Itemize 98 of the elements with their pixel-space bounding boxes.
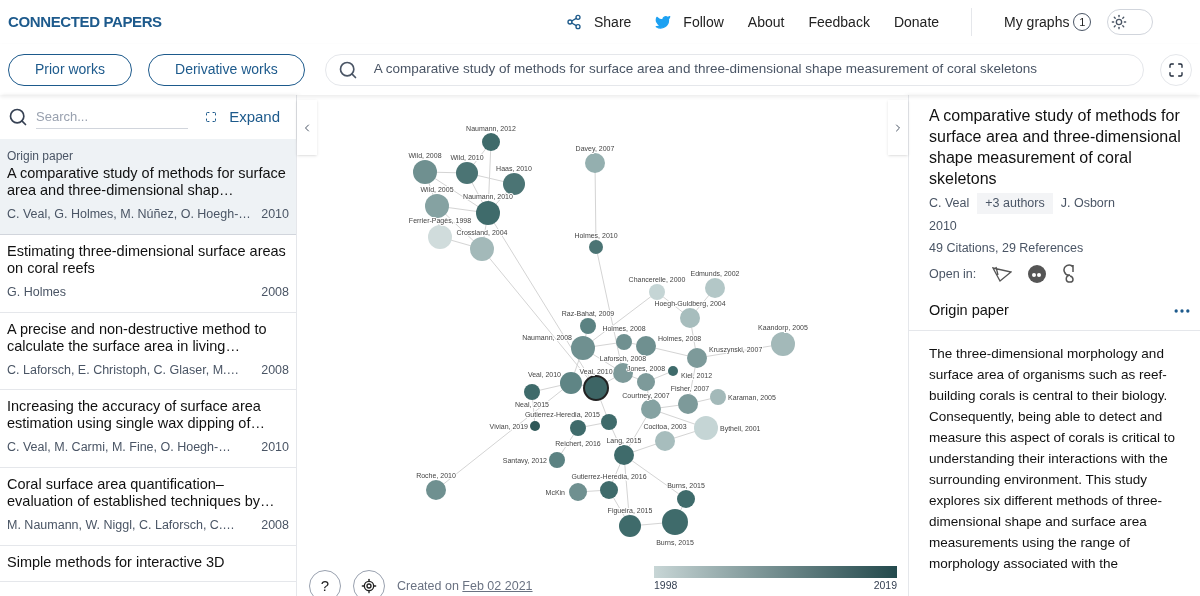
graph-node[interactable]	[470, 237, 494, 261]
open-in-label: Open in:	[929, 265, 977, 283]
paper-year: 2008	[261, 517, 289, 534]
legend-start-year: 1998	[654, 578, 678, 594]
locate-button[interactable]	[353, 570, 385, 596]
paper-year: 2008	[261, 283, 289, 301]
abstract-text: The three-dimensional morphology and surface area of organisms such as reef-building corals is central to their biology. Consequently, being able to detect and measure this aspect of corals is critical to understanding their interactions with the surrounding environment. This study explores six different methods of three-dimensional shape and surface area measurements using the range of morphology associated with the	[929, 345, 1177, 573]
graph-node[interactable]	[668, 366, 678, 376]
paper-stats: 49 Citations, 29 References	[929, 239, 1085, 257]
paper-list-item[interactable]: Estimating three-dimensional surface areas on coral reefs G. Holmes 2008	[0, 234, 296, 313]
nav-link[interactable]: About	[747, 11, 785, 33]
graph-node[interactable]	[655, 431, 675, 451]
graph-node[interactable]	[413, 160, 437, 184]
graph-node[interactable]	[616, 334, 632, 350]
graph-node[interactable]	[678, 394, 698, 414]
author-name: C. Veal	[929, 195, 970, 212]
logo[interactable]: CONNECTED PAPERS	[8, 10, 566, 34]
fullscreen-icon	[1168, 61, 1184, 78]
graph-node[interactable]	[641, 399, 661, 419]
created-date-text: Created on Feb 02 2021	[397, 577, 533, 595]
graph-node[interactable]	[662, 509, 688, 535]
paper-title: A comparative study of methods for surface area and three-dimensional shap…	[7, 165, 287, 199]
graph-node[interactable]	[589, 240, 603, 254]
graph-node[interactable]	[580, 318, 596, 334]
paper-title: A precise and non-destructive method to calculate the surface area in living…	[7, 320, 268, 355]
graph-node[interactable]	[619, 515, 641, 537]
paper-title: A comparative study of methods for surface area and three-dimensional shape measurement of coral skeletons	[929, 106, 1182, 189]
graph-node[interactable]	[601, 414, 617, 430]
paper-plane-icon[interactable]	[992, 266, 1013, 283]
graph-node[interactable]	[687, 348, 707, 368]
nav-link[interactable]: Feedback	[808, 11, 870, 33]
more-authors-button[interactable]: +3 authors	[977, 193, 1053, 214]
expand-icon	[205, 111, 218, 123]
graph-node[interactable]	[680, 308, 700, 328]
graph-node[interactable]	[585, 153, 605, 173]
paper-title: Estimating three-dimensional surface areas on coral reefs	[7, 242, 287, 277]
paper-list-item[interactable]: Coral surface area quantification–evaluation of established techniques by… M. Naumann, W. Niggl, C. Laforsch, C.… 2008	[0, 468, 296, 546]
paper-year: 2008	[261, 361, 289, 379]
graph-node[interactable]	[649, 284, 665, 300]
graph-node[interactable]	[637, 373, 655, 391]
date-link[interactable]: Feb 02 2021	[462, 578, 533, 593]
paper-authors: M. Naumann, W. Niggl, C. Laforsch, C.…	[7, 517, 235, 534]
paper-authors: C. Laforsch, E. Christoph, C. Glaser, M.…	[7, 361, 240, 379]
author-name: J. Osborn	[1060, 195, 1115, 212]
graph-node[interactable]	[425, 194, 449, 218]
search-icon	[337, 59, 358, 80]
paper-year: 2010	[929, 217, 958, 235]
graph-node[interactable]	[524, 384, 540, 400]
help-button[interactable]: ?	[309, 570, 341, 596]
graph-node[interactable]	[503, 173, 525, 195]
my-graphs-link[interactable]: My graphs 1	[1004, 11, 1092, 33]
expand-button[interactable]: Expand	[205, 105, 288, 129]
graph-node[interactable]	[571, 336, 595, 360]
paper-list-item[interactable]: Increasing the accuracy of surface area estimation using single wax dipping of… C. Veal, M. Carmi, M. Fine, O. Hoegh-… 2010	[0, 390, 296, 468]
bird-icon	[655, 14, 672, 30]
graph-node[interactable]	[771, 332, 795, 356]
paper-tag: Origin paper	[7, 147, 289, 165]
graph-node[interactable]	[694, 416, 718, 440]
graph-node[interactable]	[570, 420, 586, 436]
circle-logo-icon[interactable]	[1028, 265, 1047, 284]
paper-year: 2010	[261, 439, 289, 457]
paper-authors: G. Holmes	[7, 283, 67, 301]
graph-node[interactable]	[600, 481, 618, 499]
graph-node[interactable]	[569, 483, 587, 501]
paper-year: 2010	[261, 206, 289, 223]
share-icon	[566, 14, 582, 30]
paper-list-item[interactable]: A precise and non-destructive method to calculate the surface area in living… C. Laforsch, E. Christoph, C. Glaser, M.… 2008	[0, 312, 296, 391]
paper-title: Increasing the accuracy of surface area estimation using single wax dipping of…	[7, 398, 266, 433]
paper-title: Simple methods for interactive 3D	[7, 553, 226, 571]
graph-node[interactable]	[705, 278, 725, 298]
search-field[interactable]: Search...	[36, 104, 188, 130]
crosshair-icon	[361, 578, 377, 594]
graph-node[interactable]	[549, 452, 565, 468]
nav-link[interactable]: Follow	[655, 11, 724, 33]
graph-node[interactable]	[614, 445, 634, 465]
graph-node[interactable]	[636, 336, 656, 356]
section-heading: Origin paper	[929, 301, 1009, 321]
paper-title: Coral surface area quantification–evaluation of established techniques by…	[7, 476, 276, 510]
paper-authors: C. Veal, M. Carmi, M. Fine, O. Hoegh-…	[7, 439, 231, 457]
graph-node[interactable]	[428, 225, 452, 249]
nav-link[interactable]: Share	[566, 11, 632, 33]
search-icon	[8, 107, 28, 127]
graph-node[interactable]	[482, 133, 500, 151]
graph-node[interactable]	[710, 389, 726, 405]
nav-link[interactable]: Donate	[893, 11, 940, 33]
graph-node[interactable]	[530, 421, 540, 431]
graph-node[interactable]	[426, 480, 446, 500]
scholar-g-icon[interactable]	[1062, 264, 1077, 285]
graph-node[interactable]	[677, 490, 695, 508]
graph-node[interactable]	[456, 162, 478, 184]
paper-authors: C. Veal, G. Holmes, M. Núñez, O. Hoegh-…	[7, 206, 251, 223]
paper-list-item[interactable]: Simple methods for interactive 3D	[0, 545, 296, 582]
legend-end-year: 2019	[873, 578, 897, 594]
graph-node[interactable]	[476, 201, 500, 225]
graph-node[interactable]	[583, 375, 609, 401]
paper-list-item[interactable]: Origin paper A comparative study of methods for surface area and three-dimensional shap… C. Veal, G. Holmes, M. Núñez, O. Hoegh-… 2010	[0, 139, 296, 235]
theme-toggle[interactable]	[1107, 9, 1154, 35]
sun-icon	[1111, 14, 1128, 30]
